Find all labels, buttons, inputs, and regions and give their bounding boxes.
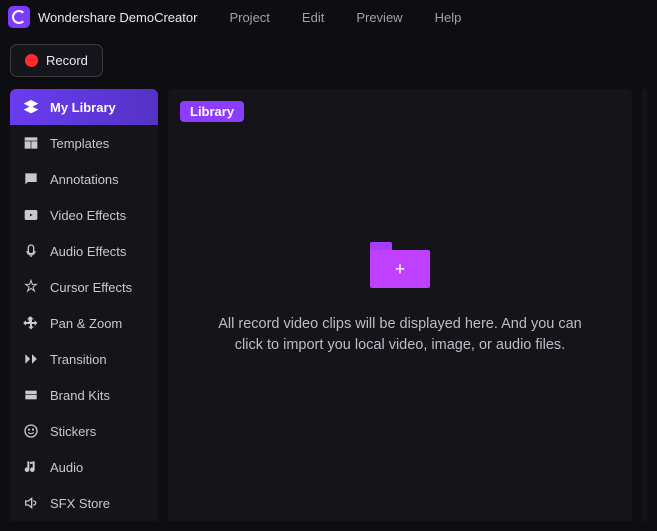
main-panel: Library + All record video clips will be…	[168, 89, 632, 521]
sidebar-item-sfx-store[interactable]: SFX Store	[10, 485, 158, 521]
sidebar-item-my-library[interactable]: My Library	[10, 89, 158, 125]
toolbar: Record	[0, 34, 657, 89]
app-title: Wondershare DemoCreator	[38, 10, 197, 25]
menu-help[interactable]: Help	[435, 10, 462, 25]
sidebar-item-video-effects[interactable]: Video Effects	[10, 197, 158, 233]
sidebar-item-label: Video Effects	[50, 208, 126, 223]
pan-zoom-icon	[22, 314, 40, 332]
sidebar-item-label: Transition	[50, 352, 107, 367]
top-bar: Wondershare DemoCreator Project Edit Pre…	[0, 0, 657, 34]
sidebar-item-annotations[interactable]: Annotations	[10, 161, 158, 197]
sidebar-item-label: Annotations	[50, 172, 119, 187]
sidebar-item-pan-zoom[interactable]: Pan & Zoom	[10, 305, 158, 341]
sidebar-item-label: Stickers	[50, 424, 96, 439]
stickers-icon	[22, 422, 40, 440]
sidebar-item-label: Pan & Zoom	[50, 316, 122, 331]
empty-state-text: All record video clips will be displayed…	[210, 314, 590, 356]
sidebar-item-label: Templates	[50, 136, 109, 151]
sidebar-item-cursor-effects[interactable]: Cursor Effects	[10, 269, 158, 305]
import-folder-button[interactable]: +	[370, 242, 430, 288]
audio-effects-icon	[22, 242, 40, 260]
app-logo-icon	[8, 6, 30, 28]
video-effects-icon	[22, 206, 40, 224]
sidebar-item-label: My Library	[50, 100, 116, 115]
sidebar: My Library Templates Annotations Video E…	[10, 89, 158, 521]
sidebar-item-audio[interactable]: Audio	[10, 449, 158, 485]
sidebar-item-transition[interactable]: Transition	[10, 341, 158, 377]
plus-icon: +	[395, 260, 406, 278]
transition-icon	[22, 350, 40, 368]
cursor-effects-icon	[22, 278, 40, 296]
brand-kits-icon	[22, 386, 40, 404]
menu-project[interactable]: Project	[229, 10, 269, 25]
sidebar-item-brand-kits[interactable]: Brand Kits	[10, 377, 158, 413]
layers-icon	[22, 98, 40, 116]
templates-icon	[22, 134, 40, 152]
annotations-icon	[22, 170, 40, 188]
right-panel-edge	[642, 89, 647, 521]
sidebar-item-stickers[interactable]: Stickers	[10, 413, 158, 449]
sidebar-item-label: Audio Effects	[50, 244, 126, 259]
empty-state: + All record video clips will be display…	[180, 242, 620, 356]
sidebar-item-label: Audio	[50, 460, 83, 475]
sfx-store-icon	[22, 494, 40, 512]
sidebar-item-label: Cursor Effects	[50, 280, 132, 295]
tab-library[interactable]: Library	[180, 101, 244, 122]
record-button[interactable]: Record	[10, 44, 103, 77]
record-icon	[25, 54, 38, 67]
audio-icon	[22, 458, 40, 476]
sidebar-item-audio-effects[interactable]: Audio Effects	[10, 233, 158, 269]
workspace: My Library Templates Annotations Video E…	[0, 89, 657, 521]
sidebar-item-templates[interactable]: Templates	[10, 125, 158, 161]
menu-bar: Project Edit Preview Help	[229, 10, 461, 25]
sidebar-item-label: Brand Kits	[50, 388, 110, 403]
menu-edit[interactable]: Edit	[302, 10, 324, 25]
record-label: Record	[46, 53, 88, 68]
sidebar-item-label: SFX Store	[50, 496, 110, 511]
menu-preview[interactable]: Preview	[356, 10, 402, 25]
